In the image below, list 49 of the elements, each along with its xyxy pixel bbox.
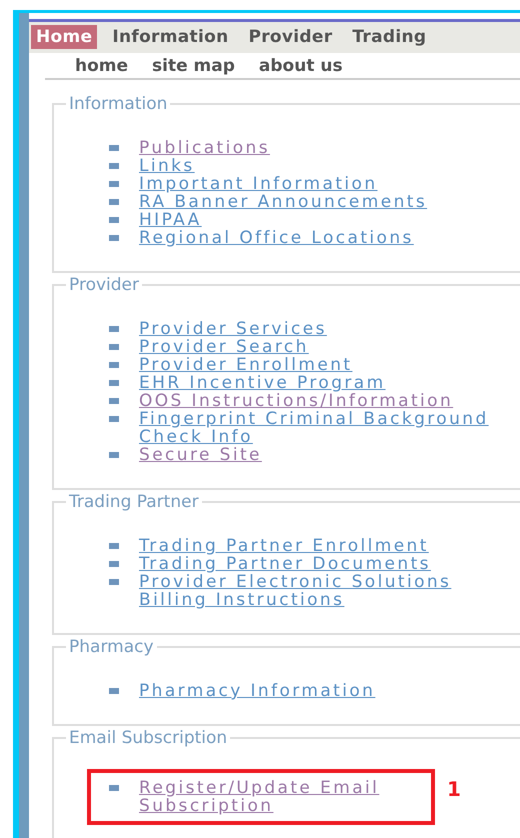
nav-link[interactable]: Regional Office Locations	[139, 229, 414, 247]
nav-link[interactable]: Provider Electronic Solutions Billing Instructions	[139, 573, 520, 609]
nav-link[interactable]: about us	[258, 56, 343, 76]
bullet-icon	[109, 543, 119, 549]
bullet-icon	[109, 785, 119, 791]
nav-link[interactable]: Trading Partner Enrollment	[139, 537, 429, 555]
annotation-number: 1	[447, 777, 461, 801]
nav-link[interactable]: Provider Enrollment	[139, 356, 352, 374]
nav-link[interactable]: HIPAA	[139, 211, 202, 229]
nav-link[interactable]: Pharmacy Information	[139, 682, 376, 700]
bullet-icon	[109, 235, 119, 241]
nav-link[interactable]: Trading Partner Documents	[139, 555, 431, 573]
section-title: Information	[68, 94, 168, 114]
bullet-icon	[109, 362, 119, 368]
bullet-icon	[109, 181, 119, 187]
nav-link[interactable]: EHR Incentive Program	[139, 374, 386, 392]
menu-tab[interactable]: Information	[107, 25, 234, 49]
section-title: Trading Partner	[68, 492, 200, 512]
bullet-icon	[109, 398, 119, 404]
bullet-icon	[109, 217, 119, 223]
section-title: Provider	[68, 275, 140, 295]
bullet-icon	[109, 326, 119, 332]
section-title: Email Subscription	[68, 728, 228, 748]
bullet-icon	[109, 380, 119, 386]
bullet-icon	[109, 452, 119, 458]
menu-tab[interactable]: Provider	[243, 25, 338, 49]
nav-link[interactable]: Links	[139, 157, 195, 175]
bullet-icon	[109, 145, 119, 151]
bullet-icon	[109, 416, 119, 422]
bullet-icon	[109, 561, 119, 567]
nav-link[interactable]: OOS Instructions/Information	[139, 392, 454, 410]
nav-link[interactable]: site map	[152, 56, 235, 76]
bullet-icon	[109, 199, 119, 205]
nav-link[interactable]: Important Information	[139, 175, 378, 193]
bullet-icon	[109, 344, 119, 350]
nav-link[interactable]: Provider Search	[139, 338, 309, 356]
nav-link[interactable]: Fingerprint Criminal Background Check Info	[139, 410, 520, 446]
bullet-icon	[109, 688, 119, 694]
nav-link[interactable]: home	[75, 56, 128, 76]
section-title: Pharmacy	[68, 637, 155, 657]
nav-link[interactable]: Register/Update Email Subscription	[139, 779, 409, 815]
bullet-icon	[109, 163, 119, 169]
nav-link[interactable]: RA Banner Announcements	[139, 193, 428, 211]
bullet-icon	[109, 579, 119, 585]
nav-link[interactable]: Provider Services	[139, 320, 327, 338]
nav-link[interactable]: Secure Site	[139, 446, 262, 464]
menu-tab[interactable]: Home	[31, 25, 98, 49]
nav-link[interactable]: Publications	[139, 139, 270, 157]
menu-tab[interactable]: Trading	[347, 25, 432, 49]
